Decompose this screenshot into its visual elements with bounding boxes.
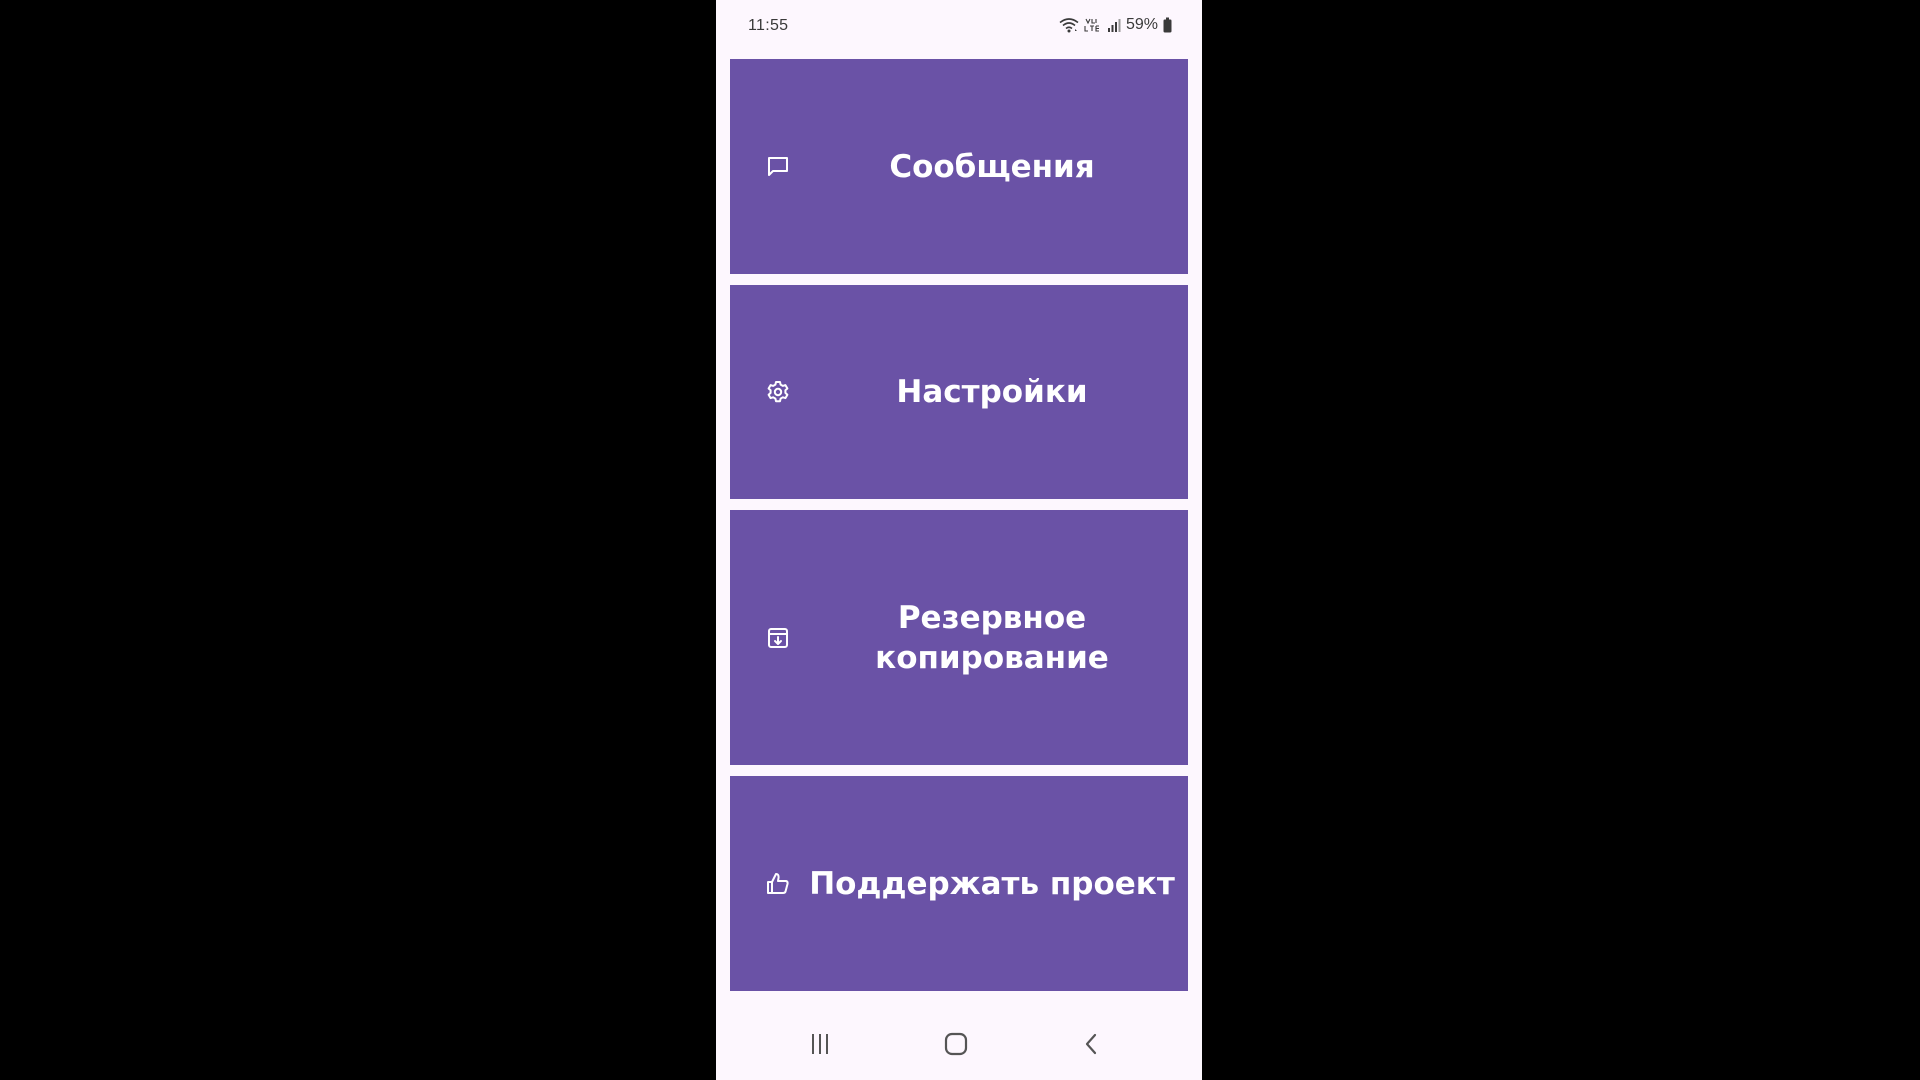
volte-lte-icon — [1084, 17, 1102, 33]
wifi-icon — [1059, 17, 1079, 33]
chat-bubble-icon — [765, 154, 791, 180]
battery-percent: 59% — [1125, 16, 1158, 33]
status-icons: 59% — [1059, 16, 1172, 34]
gear-icon — [765, 379, 791, 405]
navigation-bar — [716, 1012, 1202, 1080]
phone-screen: 11:55 59% Сообщения Настройки Резервное … — [716, 0, 1202, 1080]
settings-button[interactable]: Настройки — [730, 285, 1188, 499]
messages-button[interactable]: Сообщения — [730, 59, 1188, 274]
support-project-label: Поддержать проект — [809, 865, 1175, 902]
signal-icon — [1107, 17, 1121, 33]
settings-label: Настройки — [896, 374, 1088, 410]
recents-icon — [808, 1032, 832, 1061]
battery-icon — [1163, 17, 1172, 33]
home-icon — [943, 1031, 969, 1062]
messages-label: Сообщения — [889, 148, 1095, 185]
back-button[interactable] — [1072, 1026, 1112, 1066]
recents-button[interactable] — [800, 1026, 840, 1066]
stage: 11:55 59% Сообщения Настройки Резервное … — [0, 0, 1920, 1080]
thumbs-up-icon — [765, 871, 791, 897]
backup-label: Резервное копирование — [875, 599, 1109, 676]
back-icon — [1080, 1032, 1104, 1061]
backup-button[interactable]: Резервное копирование — [730, 510, 1188, 765]
status-bar: 11:55 59% — [716, 0, 1202, 54]
home-button[interactable] — [936, 1026, 976, 1066]
support-project-button[interactable]: Поддержать проект — [730, 776, 1188, 991]
status-time: 11:55 — [748, 17, 789, 34]
archive-download-icon — [765, 625, 791, 651]
